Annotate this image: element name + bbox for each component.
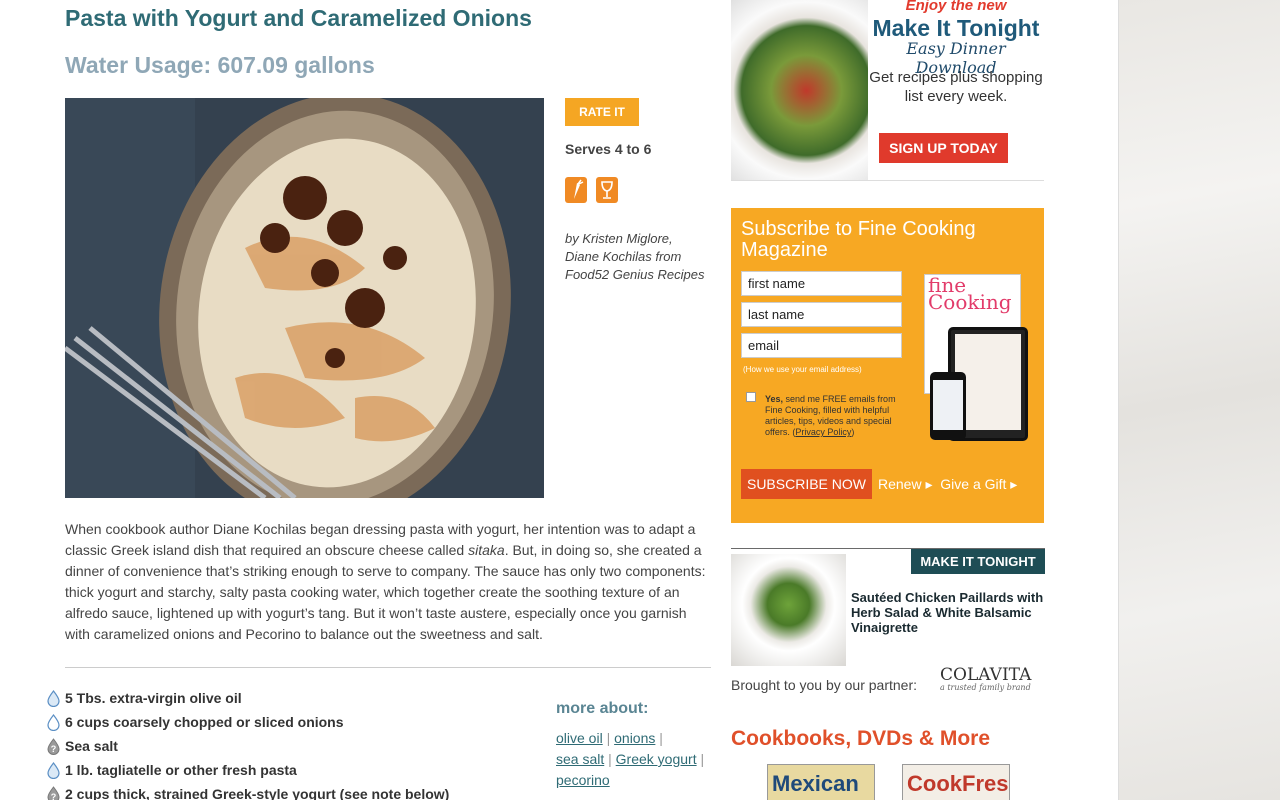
featured-recipe-link[interactable]: Sautéed Chicken Paillards with Herb Sala… [851,590,1045,635]
make-it-tonight-ad[interactable]: Enjoy the new Make It Tonight Easy Dinne… [731,0,1044,181]
svg-text:?: ? [51,792,57,800]
tag-link-olive-oil[interactable]: olive oil [556,730,603,746]
serves-count: Serves 4 to 6 [565,141,652,157]
ingredient-item: 6 cups coarsely chopped or sliced onions [46,710,449,734]
water-usage: Water Usage: 607.09 gallons [65,52,375,78]
phone-image [930,372,966,440]
ingredient-list: 5 Tbs. extra-virgin olive oil 6 cups coa… [46,686,449,800]
wine-glass-icon[interactable] [596,177,618,203]
tag-link-greek-yogurt[interactable]: Greek yogurt [616,751,697,767]
recipe-intro: When cookbook author Diane Kochilas bega… [65,521,706,642]
ingredient-item: ? Sea salt [46,734,449,758]
subscribe-panel: Subscribe to Fine Cooking Magazine (How … [731,208,1044,523]
email-field[interactable] [741,333,902,358]
subscribe-now-button[interactable]: SUBSCRIBE NOW [741,469,872,499]
tag-link-onions[interactable]: onions [614,730,655,746]
sign-up-today-button[interactable]: SIGN UP TODAY [879,133,1008,163]
salad-plate-image [731,0,868,180]
books-section-title: Cookbooks, DVDs & More [731,727,991,750]
tag-link-sea-salt[interactable]: sea salt [556,751,604,767]
more-about-panel: more about: olive oil | onions | sea sal… [556,700,716,791]
ingredient-item: 5 Tbs. extra-virgin olive oil [46,686,449,710]
ingredient-item: ? 2 cups thick, strained Greek-style yog… [46,782,449,800]
first-name-field[interactable] [741,271,902,296]
unknown-drop-icon: ? [47,785,60,800]
give-a-gift-link[interactable]: Give a Gift ▸ [940,476,1017,492]
recipe-byline: by Kristen Miglore, Diane Kochilas from … [565,231,705,282]
recipe-photo-image [65,98,544,498]
last-name-field[interactable] [741,302,902,327]
newsletter-checkbox[interactable] [746,392,756,402]
tag-list: olive oil | onions | sea salt | Greek yo… [556,730,705,788]
magazine-brand: fine Cooking [928,273,1012,314]
recipe-photo [65,98,544,498]
ad-enjoy-text: Enjoy the new [905,0,1007,14]
colavita-logo[interactable]: COLAVITA a trusted family brand [940,665,1031,692]
email-usage-link[interactable]: (How we use your email address) [743,365,862,374]
book-cookfresh[interactable]: CookFresh [902,764,1010,800]
subscribe-title: Subscribe to Fine Cooking Magazine [741,218,976,261]
book-mexican[interactable]: Mexican [767,764,875,800]
svg-text:?: ? [51,744,57,754]
page-background-right [1118,0,1280,800]
renew-gift-links: Renew ▸ Give a Gift ▸ [878,476,1017,493]
carrot-icon[interactable] [565,177,587,203]
more-about-heading: more about: [556,700,649,717]
water-drop-icon [47,689,60,707]
ad-body: Get recipes plus shopping list every wee… [869,69,1043,105]
make-it-tonight-feature: MAKE IT TONIGHT Sautéed Chicken Paillard… [731,548,1045,672]
section-divider [65,667,711,668]
renew-link[interactable]: Renew ▸ [878,476,933,492]
tag-link-pecorino[interactable]: pecorino [556,772,610,788]
newsletter-optin-text: Yes, send me FREE emails from Fine Cooki… [765,394,896,437]
make-it-tonight-badge: MAKE IT TONIGHT [911,549,1045,574]
unknown-drop-icon: ? [47,737,60,755]
chicken-salad-image[interactable] [731,554,846,666]
water-drop-icon [47,761,60,779]
sponsor-text: Brought to you by our partner: [731,677,917,693]
ad-headline: Make It Tonight [872,15,1040,41]
privacy-policy-link[interactable]: Privacy Policy [795,427,851,437]
water-drop-icon [47,713,60,731]
recipe-title: Pasta with Yogurt and Caramelized Onions [65,5,532,31]
rate-it-button[interactable]: RATE IT [565,98,639,126]
ingredient-item: 1 lb. tagliatelle or other fresh pasta [46,758,449,782]
